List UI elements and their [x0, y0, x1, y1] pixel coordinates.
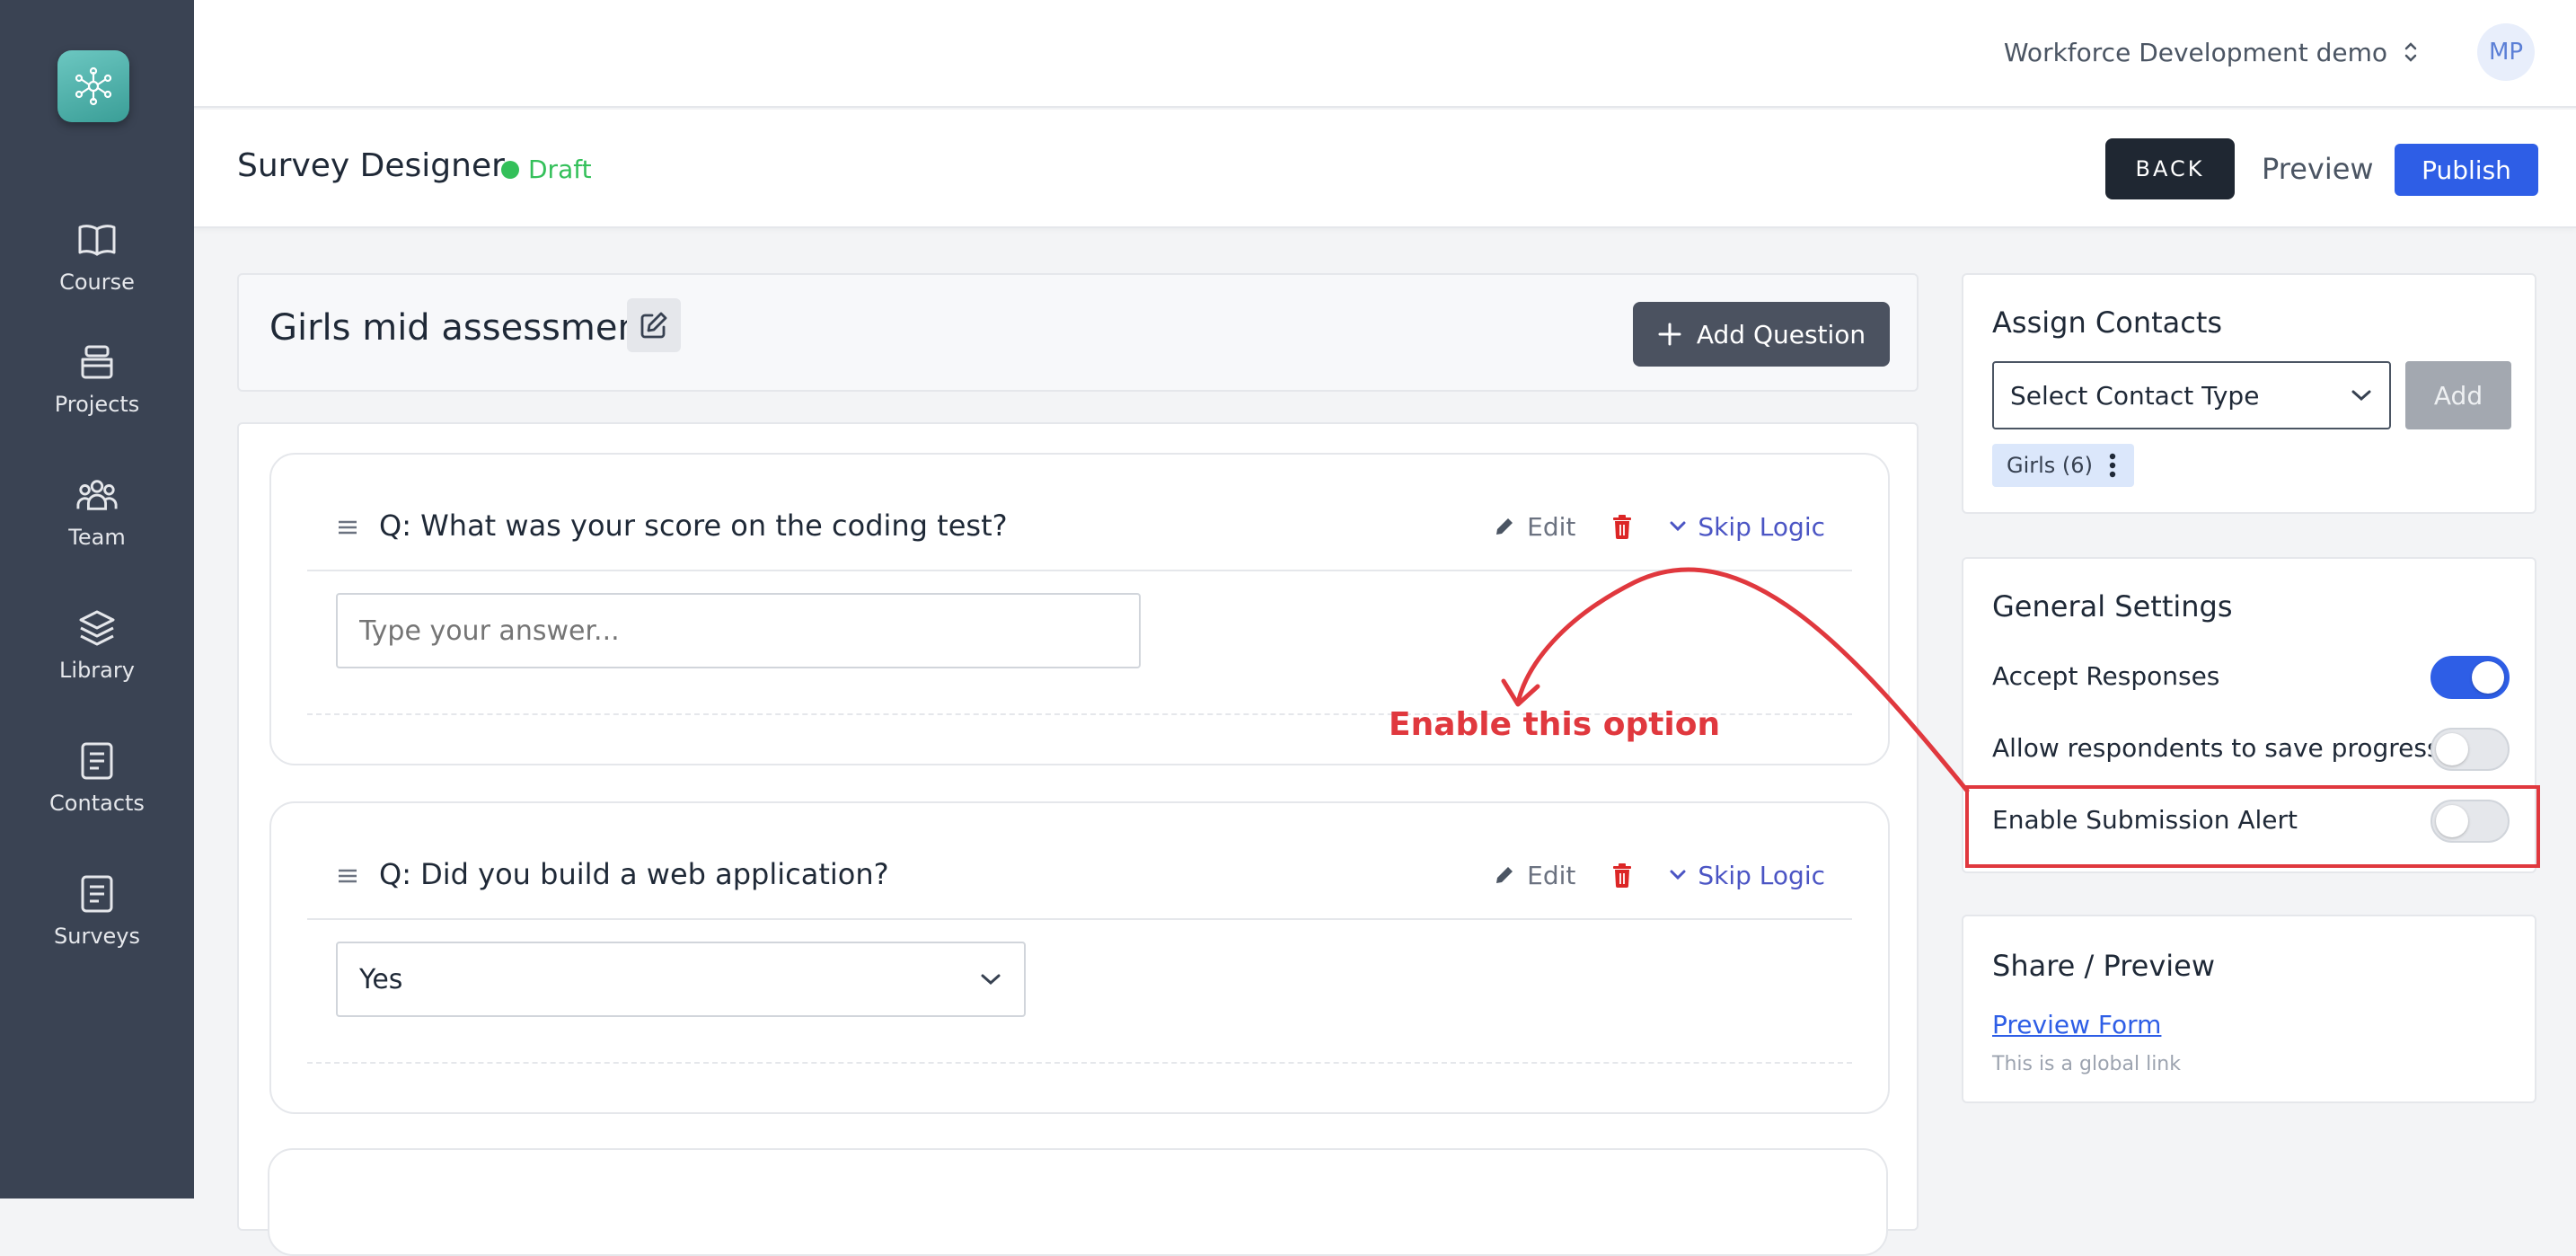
organization-switcher[interactable]: Workforce Development demo [2004, 32, 2418, 72]
answer-select[interactable]: Yes [336, 942, 1026, 1017]
skip-logic-label: Skip Logic [1698, 860, 1825, 890]
assign-contacts-panel: Assign Contacts Select Contact Type Add … [1962, 273, 2536, 514]
general-settings-title: General Settings [1992, 589, 2233, 624]
organization-name: Workforce Development demo [2003, 37, 2387, 67]
add-question-button[interactable]: Add Question [1633, 302, 1890, 367]
chevron-down-icon [1670, 870, 1686, 880]
app-logo[interactable] [57, 50, 129, 122]
sidebar: Course Projects Team Library Contacts Su… [0, 0, 194, 1199]
chevron-up-down-icon [2404, 42, 2417, 62]
network-logo-icon [75, 66, 112, 106]
status-label: Draft [528, 155, 592, 184]
sidebar-item-projects[interactable]: Projects [0, 341, 194, 449]
stack-icon [76, 341, 118, 383]
chevron-down-icon [2351, 390, 2371, 402]
trash-icon [1613, 863, 1632, 888]
divider [307, 570, 1852, 571]
contact-chip[interactable]: Girls (6) [1992, 444, 2134, 487]
setting-label: Allow respondents to save progress [1992, 733, 2440, 763]
chevron-down-icon [981, 974, 1001, 986]
assign-contacts-title: Assign Contacts [1992, 305, 2223, 340]
avatar[interactable]: MP [2477, 23, 2535, 81]
sidebar-item-label: Library [59, 658, 135, 683]
sidebar-item-team[interactable]: Team [0, 474, 194, 582]
setting-accept-responses: Accept Responses [1992, 652, 2510, 703]
top-bar: Workforce Development demo MP [194, 0, 2576, 108]
preview-form-link[interactable]: Preview Form [1992, 1010, 2161, 1039]
annotation-highlight-box [1965, 785, 2540, 868]
document-icon [76, 740, 118, 782]
sidebar-item-label: Projects [54, 392, 140, 417]
pencil-icon [1496, 867, 1513, 883]
questions-container: Q: What was your score on the coding tes… [237, 422, 1919, 1231]
drag-handle-icon[interactable] [338, 519, 357, 535]
status-badge: Draft [501, 155, 592, 184]
skip-logic-toggle[interactable]: Skip Logic [1669, 512, 1825, 542]
edit-label: Edit [1527, 511, 1576, 542]
document-icon [76, 873, 118, 915]
drag-handle-icon[interactable] [338, 868, 357, 884]
setting-label: Accept Responses [1992, 661, 2220, 691]
delete-question-button[interactable] [1611, 514, 1633, 539]
question-card [268, 1148, 1888, 1256]
sidebar-item-label: Course [59, 270, 135, 295]
save-progress-toggle[interactable] [2430, 728, 2510, 771]
more-vertical-icon[interactable] [2109, 453, 2116, 478]
preview-link-note: This is a global link [1992, 1053, 2181, 1075]
preview-button[interactable]: Preview [2262, 142, 2374, 196]
question-text: Q: What was your score on the coding tes… [379, 509, 1008, 543]
survey-name: Girls mid assessment [269, 307, 655, 349]
contact-chip-label: Girls (6) [2007, 453, 2093, 478]
contact-type-select[interactable]: Select Contact Type [1992, 361, 2391, 429]
page-title: Survey Designer [237, 147, 505, 184]
delete-question-button[interactable] [1611, 862, 1633, 888]
skip-logic-toggle[interactable]: Skip Logic [1669, 861, 1825, 890]
team-icon [76, 474, 118, 516]
divider [307, 918, 1852, 920]
answer-input[interactable] [336, 593, 1141, 668]
plus-icon [1658, 323, 1681, 346]
sidebar-item-label: Contacts [49, 791, 145, 816]
edit-question-button[interactable]: Edit [1493, 512, 1575, 542]
contact-type-value: Select Contact Type [2010, 380, 2260, 411]
sidebar-item-surveys[interactable]: Surveys [0, 873, 194, 981]
setting-save-progress: Allow respondents to save progress [1992, 724, 2510, 774]
survey-title-bar: Girls mid assessment Add Question [237, 273, 1919, 392]
sidebar-item-contacts[interactable]: Contacts [0, 740, 194, 848]
sidebar-item-label: Surveys [54, 924, 140, 949]
edit-survey-name-button[interactable] [627, 298, 681, 352]
add-contact-button[interactable]: Add [2405, 361, 2511, 429]
edit-label: Edit [1527, 860, 1576, 890]
sidebar-item-course[interactable]: Course [0, 219, 194, 327]
accept-responses-toggle[interactable] [2430, 656, 2510, 699]
question-card: Q: Did you build a web application? Edit… [269, 801, 1890, 1114]
question-text: Q: Did you build a web application? [379, 857, 889, 891]
sidebar-item-label: Team [68, 525, 126, 550]
book-icon [76, 219, 118, 261]
edit-square-icon [640, 312, 667, 339]
chevron-down-icon [1670, 521, 1686, 532]
page-header: Survey Designer Draft BACK Preview Publi… [194, 110, 2576, 228]
publish-button[interactable]: Publish [2395, 144, 2538, 196]
status-dot-icon [501, 160, 519, 179]
back-button[interactable]: BACK [2105, 138, 2235, 199]
share-preview-panel: Share / Preview Preview Form This is a g… [1962, 915, 2536, 1103]
answer-select-value: Yes [359, 963, 403, 995]
pencil-icon [1496, 518, 1513, 535]
divider [307, 1062, 1852, 1064]
sidebar-item-library[interactable]: Library [0, 607, 194, 715]
skip-logic-label: Skip Logic [1698, 511, 1825, 542]
trash-icon [1613, 515, 1632, 539]
add-question-label: Add Question [1696, 319, 1866, 349]
layers-icon [76, 607, 118, 649]
annotation-text: Enable this option [1389, 706, 1721, 743]
share-preview-title: Share / Preview [1992, 949, 2216, 983]
edit-question-button[interactable]: Edit [1493, 861, 1575, 890]
